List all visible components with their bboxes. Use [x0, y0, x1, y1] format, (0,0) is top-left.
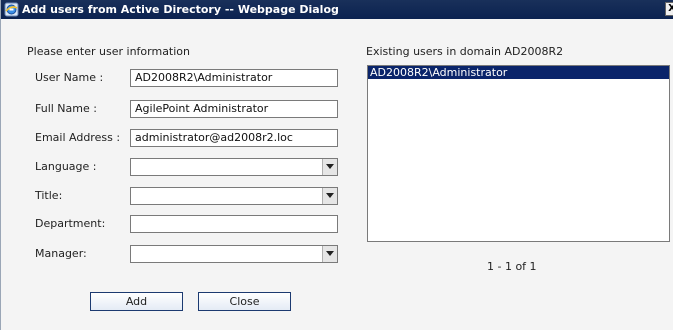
ie-globe-icon: [4, 2, 19, 17]
list-item[interactable]: AD2008R2\Administrator: [368, 66, 669, 79]
existing-users-heading: Existing users in domain AD2008R2: [366, 45, 564, 58]
title-label: Title:: [35, 189, 63, 202]
language-label: Language :: [35, 160, 97, 173]
user-name-input[interactable]: AD2008R2\Administrator: [130, 69, 338, 87]
dialog-body: Please enter user information User Name …: [1, 19, 673, 330]
full-name-label: Full Name :: [35, 102, 97, 115]
chevron-down-icon[interactable]: [322, 188, 337, 204]
dialog-window: Add users from Active Directory -- Webpa…: [0, 0, 673, 330]
window-title: Add users from Active Directory -- Webpa…: [22, 3, 339, 16]
language-select[interactable]: [130, 158, 338, 176]
manager-label: Manager:: [35, 247, 87, 260]
user-info-heading: Please enter user information: [27, 45, 191, 58]
chevron-down-icon[interactable]: [322, 159, 337, 175]
user-name-label: User Name :: [35, 71, 104, 84]
close-button[interactable]: Close: [198, 292, 291, 311]
full-name-input[interactable]: AgilePoint Administrator: [130, 100, 338, 118]
title-select[interactable]: [130, 187, 338, 205]
title-bar[interactable]: Add users from Active Directory -- Webpa…: [1, 0, 673, 19]
department-label: Department:: [35, 217, 106, 230]
pager-text: 1 - 1 of 1: [487, 260, 537, 273]
chevron-down-icon[interactable]: [322, 246, 337, 262]
manager-select[interactable]: [130, 245, 338, 263]
department-input[interactable]: [130, 215, 338, 233]
existing-users-list[interactable]: AD2008R2\Administrator: [367, 65, 670, 242]
email-address-label: Email Address :: [35, 131, 121, 144]
add-button[interactable]: Add: [90, 292, 183, 311]
email-address-input[interactable]: administrator@ad2008r2.loc: [130, 129, 338, 147]
close-icon[interactable]: X: [665, 2, 673, 16]
